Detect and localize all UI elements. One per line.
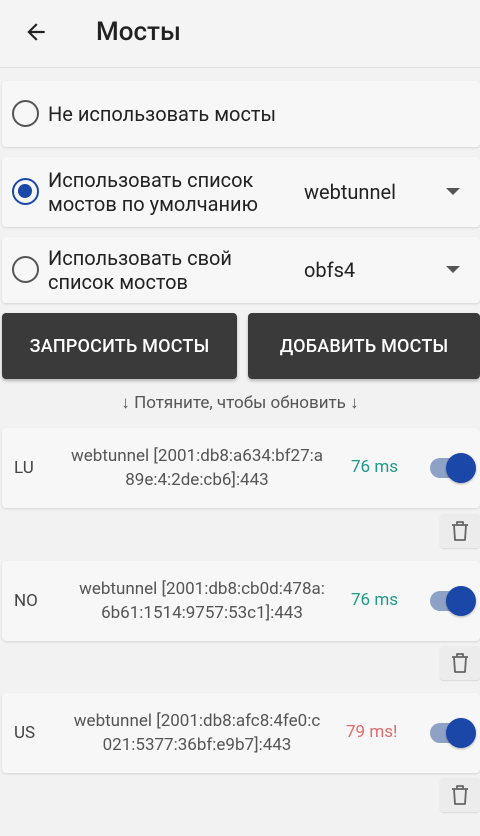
radio-custom-bridges[interactable] [12,256,39,283]
trash-icon [452,521,468,541]
bridge-toggle[interactable] [430,453,476,483]
bridge-address: webtunnel [2001:db8:afc8:4fe0:c 021:5377… [52,709,342,757]
ping-value: 76 ms [351,457,399,477]
bridge-toggle[interactable] [430,718,476,748]
bridge-address-line2: 89e:4:2de:cb6]:443 [125,470,269,490]
request-bridges-button[interactable]: ЗАПРОСИТЬ МОСТЫ [2,313,237,379]
radio-no-bridges[interactable] [12,100,39,127]
option-default-bridges[interactable]: Использовать список мостов по умолчанию … [2,157,480,227]
transport-select-value[interactable]: obfs4 [304,258,355,282]
trash-icon [452,653,468,673]
bridge-address-line2: 021:5377:36bf:e9b7]:443 [102,735,292,755]
option-label-line1: Использовать свой [48,246,232,270]
option-label-line1: Использовать список [48,168,254,192]
chevron-down-icon[interactable] [446,188,460,195]
bridge-item: US webtunnel [2001:db8:afc8:4fe0:c 021:5… [2,693,480,773]
bridge-item: NO webtunnel [2001:db8:cb0d:478a: 6b61:1… [2,561,480,641]
option-custom-bridges[interactable]: Использовать свой список мостов obfs4 [2,237,480,303]
option-label-line2: мостов по умолчанию [48,192,258,216]
bridge-address-line2: 6b61:1514:9757:53c1]:443 [101,603,303,623]
page-title: Мосты [96,17,181,47]
ping-value: 76 ms [351,590,399,610]
option-no-bridges[interactable]: Не использовать мосты [2,81,480,147]
toggle-knob [446,453,476,483]
country-code: US [14,723,36,743]
option-label-line2: список мостов [48,270,188,294]
delete-bridge-button[interactable] [440,514,480,548]
bridge-address: webtunnel [2001:db8:cb0d:478a: 6b61:1514… [57,577,347,625]
bridge-address-line1: webtunnel [2001:db8:a634:bf27:a [70,446,323,466]
bridge-address-line1: webtunnel [2001:db8:cb0d:478a: [79,579,325,599]
toggle-knob [446,586,476,616]
country-code: NO [14,591,38,611]
country-code: LU [14,458,34,478]
radio-default-bridges[interactable] [12,178,39,205]
add-bridges-button[interactable]: ДОБАВИТЬ МОСТЫ [248,313,480,379]
bridge-item: LU webtunnel [2001:db8:a634:bf27:a 89e:4… [2,428,480,508]
app-bar: Мосты [0,0,480,68]
toggle-knob [446,718,476,748]
bridge-toggle[interactable] [430,586,476,616]
option-label: Использовать свой список мостов [48,246,232,294]
arrow-left-icon [27,23,45,41]
delete-bridge-button[interactable] [440,646,480,680]
bridge-address-line1: webtunnel [2001:db8:afc8:4fe0:c [73,711,321,731]
bridge-address: webtunnel [2001:db8:a634:bf27:a 89e:4:2d… [52,444,342,492]
trash-icon [452,785,468,805]
transport-select-value[interactable]: webtunnel [304,180,396,204]
back-button[interactable] [20,16,52,48]
ping-value: 79 ms! [346,722,398,742]
option-label: Использовать список мостов по умолчанию [48,168,258,216]
option-label: Не использовать мосты [48,102,277,126]
chevron-down-icon[interactable] [446,266,460,273]
pull-to-refresh-hint: ↓ Потяните, чтобы обновить ↓ [121,393,359,413]
delete-bridge-button[interactable] [440,778,480,812]
